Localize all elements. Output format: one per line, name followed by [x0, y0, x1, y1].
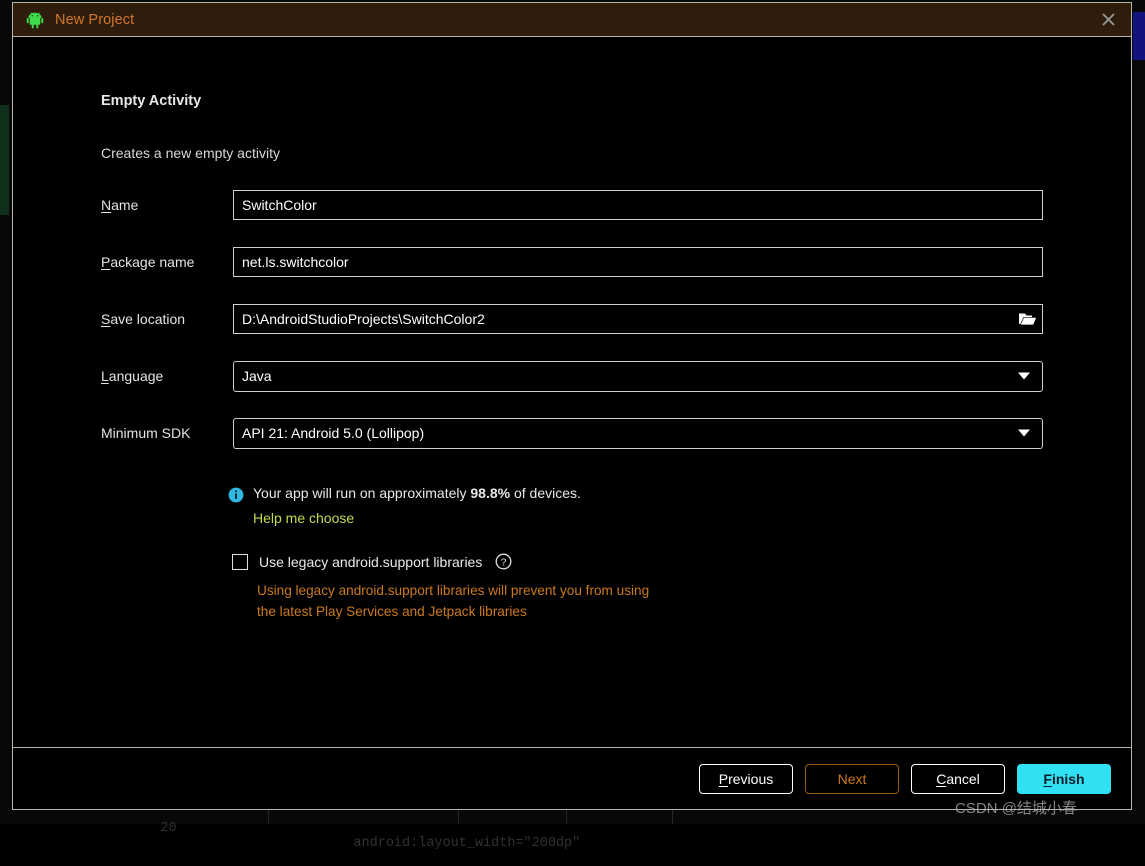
background-code-text: android:layout_width="200dp" [272, 836, 581, 851]
label-text: ave location [110, 311, 186, 327]
use-legacy-libraries-label: Use legacy android.support libraries [259, 553, 483, 570]
finish-button-label: inish [1051, 770, 1085, 787]
label-mnemonic: L [101, 368, 109, 384]
legacy-libraries-row: Use legacy android.support libraries ? [232, 553, 512, 570]
close-icon-glyph [1101, 13, 1115, 26]
device-coverage-text: Your app will run on approximately 98.8%… [253, 485, 581, 501]
form-row-minimum-sdk: Minimum SDK API 21: Android 5.0 (Lollipo… [101, 417, 1043, 449]
page-description: Creates a new empty activity [101, 145, 280, 161]
coverage-text-before: Your app will run on approximately [253, 485, 471, 501]
label-text: ackage name [110, 254, 195, 270]
use-legacy-libraries-checkbox[interactable] [232, 553, 248, 570]
device-coverage-info: Your app will run on approximately 98.8%… [228, 485, 581, 503]
form-row-language: Language Java [101, 360, 1043, 392]
chevron-down-icon [1018, 429, 1030, 437]
name-input-value: SwitchColor [242, 197, 317, 213]
package-name-input[interactable]: net.ls.switchcolor [233, 247, 1043, 277]
name-input[interactable]: SwitchColor [233, 190, 1043, 220]
android-robot-icon [26, 11, 44, 28]
close-icon[interactable] [1085, 3, 1131, 36]
cancel-button[interactable]: Cancel [911, 763, 1005, 794]
language-select[interactable]: Java [233, 360, 1043, 392]
cancel-button-label: ancel [946, 770, 980, 787]
save-location-input-value: D:\AndroidStudioProjects\SwitchColor2 [242, 311, 485, 327]
label-text: anguage [108, 368, 164, 384]
next-button-label: Next [837, 770, 867, 787]
form-row-name: Name SwitchColor [101, 190, 1043, 220]
previous-button-label: revious [728, 770, 774, 787]
dialog-footer: Previous Next Cancel Finish [13, 747, 1131, 809]
new-project-dialog: New Project Empty Activity Creates a new… [12, 2, 1132, 810]
previous-button[interactable]: Previous [699, 763, 793, 794]
form-row-save-location: Save location D:\AndroidStudioProjects\S… [101, 304, 1043, 334]
coverage-text-after: of devices. [510, 485, 581, 501]
question-mark-icon[interactable]: ? [495, 553, 512, 570]
label-mnemonic: S [101, 311, 111, 327]
form-row-package-name: Package name net.ls.switchcolor [101, 247, 1043, 277]
finish-button-mnemonic: F [1043, 770, 1052, 787]
label-language: Language [101, 361, 233, 391]
label-save-location: Save location [101, 304, 233, 334]
dialog-body: Empty Activity Creates a new empty activ… [13, 37, 1131, 747]
chevron-down-icon [1018, 372, 1030, 380]
help-me-choose-link[interactable]: Help me choose [253, 510, 354, 526]
label-package-name: Package name [101, 247, 233, 277]
legacy-libraries-warning: Using legacy android.support libraries w… [257, 580, 777, 622]
background-green-marker [0, 105, 9, 215]
next-button[interactable]: Next [805, 763, 899, 794]
minimum-sdk-select[interactable]: API 21: Android 5.0 (Lollipop) [233, 417, 1043, 449]
dialog-title: New Project [55, 11, 135, 28]
language-select-value: Java [242, 368, 272, 384]
label-mnemonic: N [101, 197, 112, 213]
label-mnemonic: P [101, 254, 111, 270]
background-line-number: 20 [160, 821, 177, 836]
folder-icon-glyph [1018, 313, 1036, 325]
label-name: Name [101, 190, 233, 220]
previous-button-mnemonic: P [718, 770, 729, 787]
label-text: ame [111, 197, 139, 213]
finish-button[interactable]: Finish [1017, 763, 1111, 794]
project-form: Name SwitchColor Package name net.ls.swi… [101, 190, 1043, 475]
coverage-percentage: 98.8% [470, 485, 511, 501]
legacy-warning-line-1: Using legacy android.support libraries w… [257, 583, 650, 598]
dialog-titlebar: New Project [13, 3, 1131, 37]
label-minimum-sdk: Minimum SDK [101, 425, 191, 441]
folder-icon[interactable] [1014, 308, 1040, 330]
package-name-input-value: net.ls.switchcolor [242, 254, 349, 270]
svg-text:?: ? [501, 556, 507, 568]
cancel-button-mnemonic: C [936, 770, 947, 787]
legacy-warning-line-2: the latest Play Services and Jetpack lib… [257, 604, 527, 619]
save-location-input[interactable]: D:\AndroidStudioProjects\SwitchColor2 [233, 304, 1043, 334]
info-icon [228, 487, 244, 503]
background-blue-marker [1133, 12, 1145, 60]
page-title: Empty Activity [101, 93, 202, 109]
minimum-sdk-select-value: API 21: Android 5.0 (Lollipop) [242, 425, 425, 441]
